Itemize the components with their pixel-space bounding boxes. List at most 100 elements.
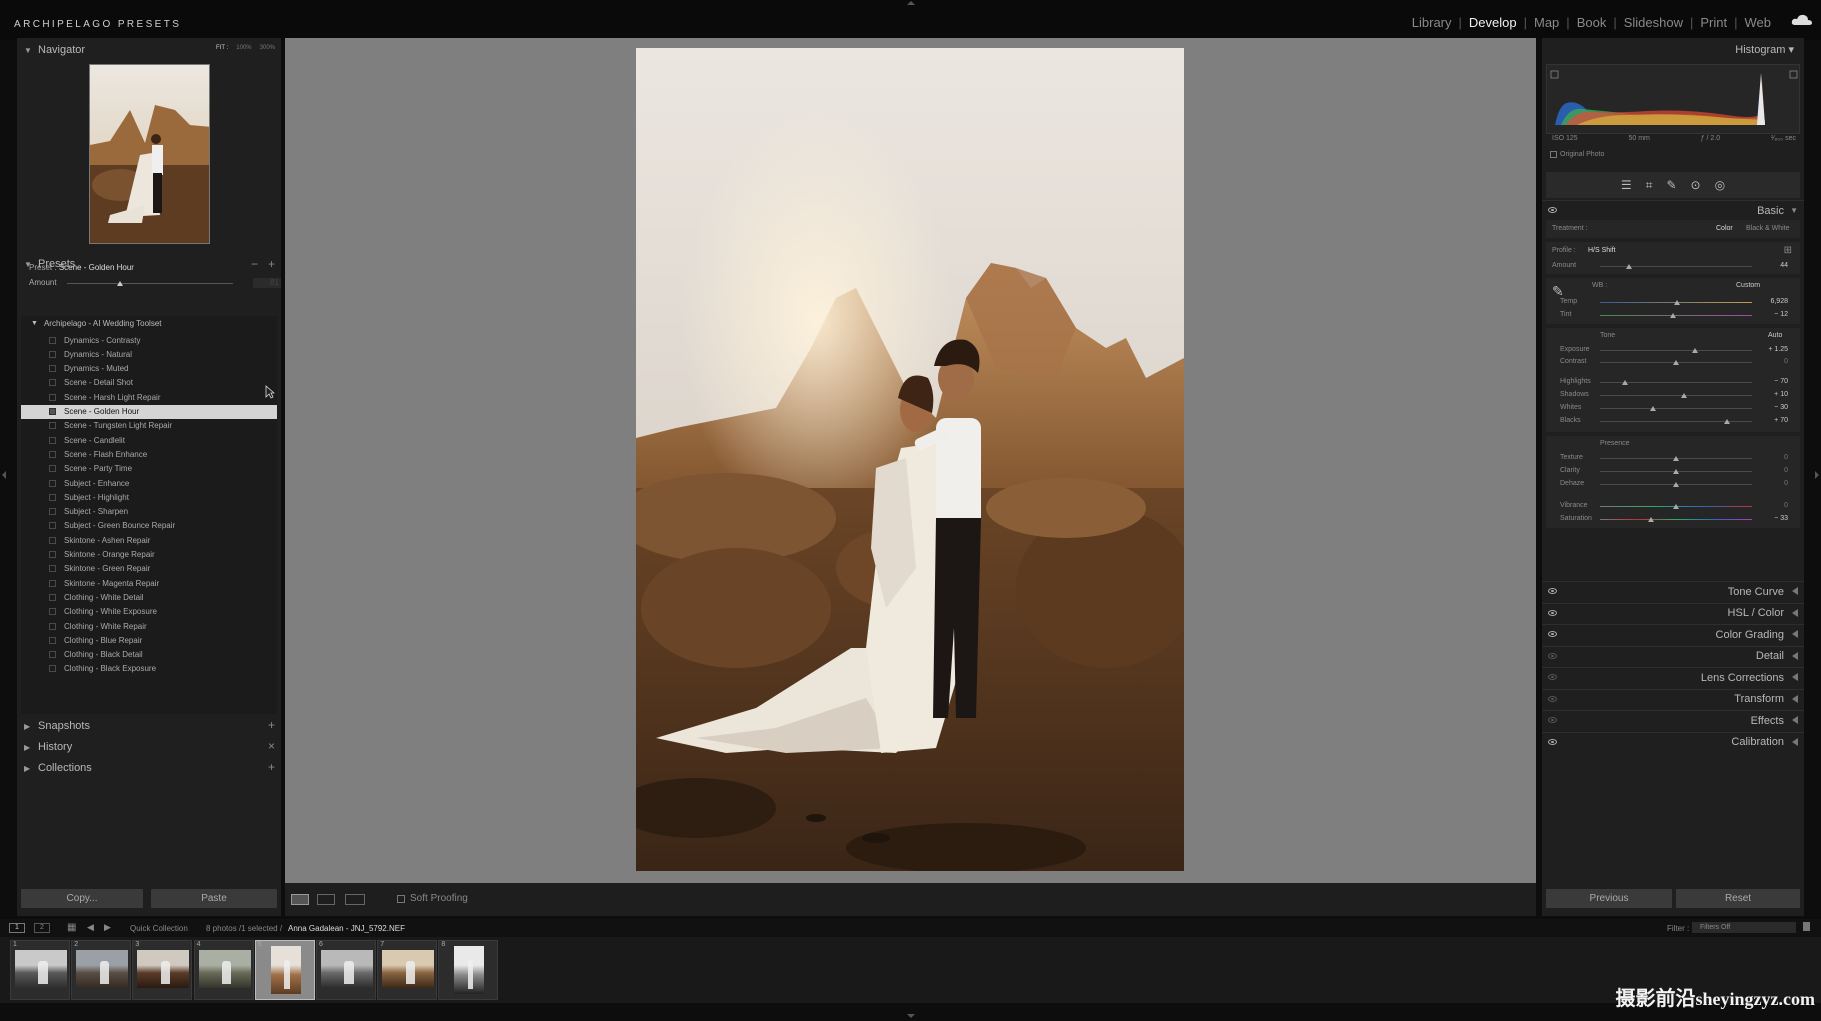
shadows-knob[interactable] bbox=[1681, 393, 1687, 398]
profile-amount-value[interactable]: 44 bbox=[1780, 262, 1788, 269]
presets-header[interactable]: ▼ Presets bbox=[17, 254, 281, 274]
module-print[interactable]: Print bbox=[1700, 15, 1727, 30]
preset-item[interactable]: Skintone - Ashen Repair bbox=[21, 533, 277, 547]
grid-icon[interactable]: ▦ bbox=[67, 922, 76, 933]
histogram-header[interactable]: Histogram ▾ bbox=[1735, 43, 1794, 56]
preset-item[interactable]: Clothing - White Detail bbox=[21, 590, 277, 604]
eye-icon[interactable] bbox=[1548, 717, 1557, 723]
clarity-value[interactable]: 0 bbox=[1784, 467, 1788, 474]
eye-icon[interactable] bbox=[1548, 588, 1557, 594]
preset-item[interactable]: Dynamics - Muted bbox=[21, 362, 277, 376]
blacks-knob[interactable] bbox=[1724, 419, 1730, 424]
preset-amount-track[interactable] bbox=[67, 283, 233, 284]
filmstrip-thumbnail[interactable]: 7 bbox=[377, 940, 438, 1000]
before-after-view-icon[interactable] bbox=[317, 894, 335, 905]
vibrance-knob[interactable] bbox=[1673, 504, 1679, 509]
filmstrip-thumbnail[interactable]: 3 bbox=[132, 940, 193, 1000]
wb-dropdown[interactable]: Custom bbox=[1736, 282, 1760, 289]
preset-item[interactable]: Skintone - Magenta Repair bbox=[21, 576, 277, 590]
preset-item[interactable]: Skintone - Green Repair bbox=[21, 562, 277, 576]
basic-section-header[interactable]: Basic ▼ bbox=[1542, 200, 1804, 220]
shadows-value[interactable]: + 10 bbox=[1774, 391, 1788, 398]
vibrance-value[interactable]: 0 bbox=[1784, 502, 1788, 509]
module-develop[interactable]: Develop bbox=[1469, 15, 1517, 30]
preset-amount-value[interactable]: 81 bbox=[253, 278, 281, 288]
preset-amount-slider[interactable]: Amount 81 bbox=[29, 278, 281, 290]
section-detail[interactable]: Detail bbox=[1542, 645, 1804, 666]
snapshots-header[interactable]: ▶ Snapshots bbox=[17, 716, 281, 736]
reset-button[interactable]: Reset bbox=[1676, 889, 1800, 908]
module-web[interactable]: Web bbox=[1745, 15, 1772, 30]
saturation-value[interactable]: − 33 bbox=[1774, 515, 1788, 522]
module-map[interactable]: Map bbox=[1534, 15, 1559, 30]
preset-item[interactable]: Scene - Harsh Light Repair bbox=[21, 390, 277, 404]
remove-preset-icon[interactable]: − bbox=[251, 257, 258, 271]
left-panel-toggle-icon[interactable] bbox=[1, 470, 7, 480]
preset-item[interactable]: Subject - Enhance bbox=[21, 476, 277, 490]
auto-tone-button[interactable]: Auto bbox=[1768, 332, 1782, 339]
eye-icon[interactable] bbox=[1548, 652, 1557, 659]
masking-icon[interactable]: ◎ bbox=[1715, 178, 1725, 192]
tint-track[interactable] bbox=[1600, 315, 1752, 316]
eye-icon[interactable] bbox=[1548, 674, 1557, 680]
saturation-knob[interactable] bbox=[1648, 517, 1654, 522]
section-transform[interactable]: Transform bbox=[1542, 688, 1804, 709]
module-slideshow[interactable]: Slideshow bbox=[1624, 15, 1683, 30]
profile-amount-knob[interactable] bbox=[1626, 264, 1632, 269]
eye-icon[interactable] bbox=[1548, 207, 1557, 213]
add-snapshot-icon[interactable]: + bbox=[268, 718, 275, 732]
preset-item[interactable]: Clothing - Black Detail bbox=[21, 648, 277, 662]
zoom-fit[interactable]: FIT : bbox=[216, 45, 228, 51]
previous-button[interactable]: Previous bbox=[1546, 889, 1672, 908]
filmstrip-thumbnail[interactable]: 8 bbox=[438, 940, 499, 1000]
dehaze-value[interactable]: 0 bbox=[1784, 480, 1788, 487]
view-1-button[interactable]: 1 bbox=[9, 923, 25, 933]
highlights-knob[interactable] bbox=[1622, 380, 1628, 385]
tint-knob[interactable] bbox=[1670, 313, 1676, 318]
filmstrip-source[interactable]: Quick Collection bbox=[130, 924, 188, 933]
soft-proofing-toggle[interactable]: Soft Proofing bbox=[397, 893, 468, 904]
texture-knob[interactable] bbox=[1673, 456, 1679, 461]
soft-proofing-checkbox[interactable] bbox=[397, 894, 405, 903]
section-tone-curve[interactable]: Tone Curve bbox=[1542, 581, 1804, 601]
zoom-100[interactable]: 100% bbox=[236, 45, 251, 51]
section-lens-corrections[interactable]: Lens Corrections bbox=[1542, 667, 1804, 687]
highlights-value[interactable]: − 70 bbox=[1774, 378, 1788, 385]
preset-item[interactable]: Scene - Tungsten Light Repair bbox=[21, 419, 277, 433]
filmstrip-thumbnail[interactable]: 6 bbox=[316, 940, 376, 1000]
filter-dropdown[interactable]: Filters Off bbox=[1692, 922, 1796, 933]
top-panel-toggle-icon[interactable] bbox=[906, 0, 916, 6]
shadows-track[interactable] bbox=[1600, 395, 1752, 396]
preset-item[interactable]: Skintone - Orange Repair bbox=[21, 548, 277, 562]
add-preset-icon[interactable]: + bbox=[268, 257, 275, 271]
preset-item[interactable]: Dynamics - Contrasty bbox=[21, 333, 277, 347]
tint-value[interactable]: − 12 bbox=[1774, 311, 1788, 318]
exposure-track[interactable] bbox=[1600, 350, 1752, 351]
filmstrip-thumbnail[interactable]: 5 bbox=[254, 940, 315, 1000]
temp-value[interactable]: 6,928 bbox=[1770, 298, 1788, 305]
add-collection-icon[interactable]: + bbox=[268, 760, 275, 774]
preset-amount-knob[interactable] bbox=[117, 281, 123, 286]
eye-icon[interactable] bbox=[1548, 695, 1557, 702]
eye-icon[interactable] bbox=[1548, 609, 1557, 616]
preset-item[interactable]: Clothing - Black Exposure bbox=[21, 662, 277, 676]
eye-icon[interactable] bbox=[1548, 738, 1557, 745]
treatment-bw-option[interactable]: Black & White bbox=[1746, 225, 1790, 232]
preset-item[interactable]: Scene - Party Time bbox=[21, 462, 277, 476]
module-library[interactable]: Library bbox=[1412, 15, 1452, 30]
paste-button[interactable]: Paste bbox=[151, 889, 277, 908]
preset-item[interactable]: Scene - Flash Enhance bbox=[21, 447, 277, 461]
module-book[interactable]: Book bbox=[1577, 15, 1607, 30]
cloud-icon[interactable] bbox=[1791, 14, 1813, 26]
healing-icon[interactable]: ✎ bbox=[1666, 178, 1676, 192]
view-2-button[interactable]: 2 bbox=[34, 923, 50, 933]
dehaze-knob[interactable] bbox=[1673, 482, 1679, 487]
right-panel-toggle-icon[interactable] bbox=[1814, 470, 1820, 480]
filmstrip-thumbnail[interactable]: 2 bbox=[71, 940, 132, 1000]
temp-knob[interactable] bbox=[1674, 300, 1680, 305]
profile-dropdown[interactable]: H/S Shift bbox=[1588, 247, 1616, 254]
forward-arrow-icon[interactable]: ▶ bbox=[104, 922, 111, 933]
whites-track[interactable] bbox=[1600, 408, 1752, 409]
exposure-knob[interactable] bbox=[1692, 348, 1698, 353]
filmstrip-thumbnail[interactable]: 4 bbox=[193, 940, 254, 1000]
